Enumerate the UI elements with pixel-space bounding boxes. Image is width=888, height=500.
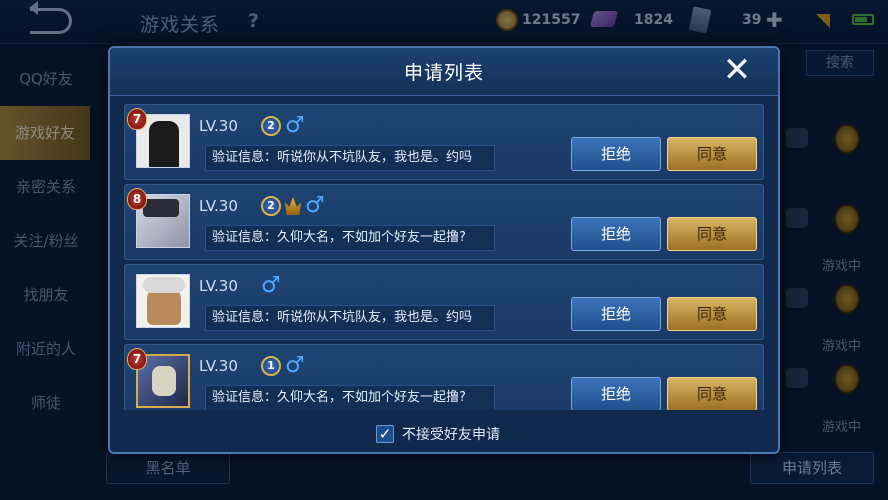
accept-button[interactable]: 同意 xyxy=(667,137,757,171)
reject-button[interactable]: 拒绝 xyxy=(571,377,661,410)
player-level: LV.30 xyxy=(199,197,238,215)
player-level: LV.30 xyxy=(199,117,238,135)
list-item: 7 LV.30 2 ♂ 验证信息：听说你从不坑队友，我也是。约吗 拒绝 同意 xyxy=(124,104,764,180)
checkbox[interactable]: ✓ xyxy=(376,425,394,443)
player-icons: ♂ xyxy=(261,275,281,297)
verification-message: 验证信息：听说你从不坑队友，我也是。约吗 xyxy=(205,145,495,171)
verification-message: 验证信息：久仰大名，不如加个好友一起撸? xyxy=(205,385,495,410)
tier-icon: 2 xyxy=(261,196,281,216)
crown-icon xyxy=(285,197,301,215)
reject-button[interactable]: 拒绝 xyxy=(571,137,661,171)
player-icons: 2 ♂ xyxy=(261,195,325,217)
accept-button[interactable]: 同意 xyxy=(667,377,757,410)
reject-button[interactable]: 拒绝 xyxy=(571,217,661,251)
male-gender-icon: ♂ xyxy=(285,113,305,138)
player-icons: 1 ♂ xyxy=(261,355,305,377)
dialog-title: 申请列表 xyxy=(403,62,484,84)
tier-icon: 2 xyxy=(261,116,281,136)
checkbox-label: 不接受好友申请 xyxy=(402,427,500,443)
accept-button[interactable]: 同意 xyxy=(667,297,757,331)
player-level: LV.30 xyxy=(199,277,238,295)
accept-button[interactable]: 同意 xyxy=(667,217,757,251)
reject-button[interactable]: 拒绝 xyxy=(571,297,661,331)
player-level: LV.30 xyxy=(199,357,238,375)
player-icons: 2 ♂ xyxy=(261,115,305,137)
rank-badge: 7 xyxy=(127,108,147,130)
reject-requests-toggle[interactable]: ✓ 不接受好友申请 xyxy=(376,424,500,444)
list-item: 8 LV.30 2 ♂ 验证信息：久仰大名，不如加个好友一起撸? 拒绝 同意 xyxy=(124,184,764,260)
male-gender-icon: ♂ xyxy=(285,353,305,378)
list-item: 7 LV.30 1 ♂ 验证信息：久仰大名，不如加个好友一起撸? 拒绝 同意 xyxy=(124,344,764,410)
rank-badge: 8 xyxy=(127,188,147,210)
request-list-dialog: 申请列表 ✕ 7 LV.30 2 ♂ 验证信息：听说你从不坑队友，我也是。约吗 … xyxy=(108,46,780,454)
avatar[interactable] xyxy=(136,274,190,328)
rank-badge: 7 xyxy=(127,348,147,370)
male-gender-icon: ♂ xyxy=(305,193,325,218)
dialog-header: 申请列表 ✕ xyxy=(110,48,778,96)
tier-icon: 1 xyxy=(261,356,281,376)
list-item: LV.30 ♂ 验证信息：听说你从不坑队友，我也是。约吗 拒绝 同意 xyxy=(124,264,764,340)
request-list[interactable]: 7 LV.30 2 ♂ 验证信息：听说你从不坑队友，我也是。约吗 拒绝 同意 8… xyxy=(124,104,766,410)
verification-message: 验证信息：听说你从不坑队友，我也是。约吗 xyxy=(205,305,495,331)
male-gender-icon: ♂ xyxy=(261,273,281,298)
close-icon[interactable]: ✕ xyxy=(720,53,754,88)
verification-message: 验证信息：久仰大名，不如加个好友一起撸? xyxy=(205,225,495,251)
